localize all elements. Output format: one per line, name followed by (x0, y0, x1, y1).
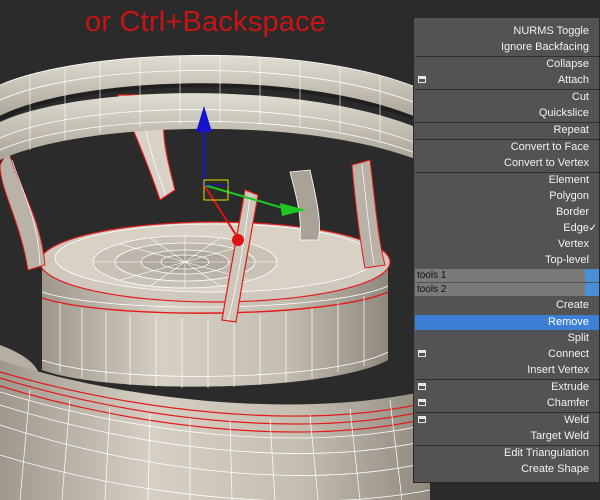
settings-box-icon[interactable] (418, 416, 426, 423)
quadrant-label-tools-1-text: tools 1 (417, 270, 447, 281)
menu-item-collapse[interactable]: Collapse (415, 57, 599, 72)
menu-item-edit-triangulation[interactable]: Edit Triangulation (415, 446, 599, 461)
settings-box-icon[interactable] (418, 350, 426, 357)
menu-item-edge-label: Edge (563, 222, 589, 234)
menu-item-create[interactable]: Create (415, 298, 599, 313)
menu-item-convert-to-face[interactable]: Convert to Face (415, 140, 599, 155)
menu-item-edge[interactable]: Edge ✓ (415, 221, 599, 236)
menu-item-split[interactable]: Split (415, 331, 599, 346)
menu-item-ignore-backfacing[interactable]: Ignore Backfacing (415, 40, 599, 55)
valve-collar (39, 221, 391, 388)
menu-item-connect-label: Connect (548, 348, 589, 360)
settings-box-icon[interactable] (418, 399, 426, 406)
quadrant-label-tools-1[interactable]: tools 1 (415, 269, 599, 282)
menu-item-extrude-label: Extrude (551, 381, 589, 393)
menu-item-create-shape[interactable]: Create Shape (415, 462, 599, 477)
menu-item-attach[interactable]: Attach (415, 73, 599, 88)
quadrant-label-tools-2-text: tools 2 (417, 284, 447, 295)
menu-item-convert-to-vertex[interactable]: Convert to Vertex (415, 156, 599, 171)
quadrant-color-swatch (585, 269, 599, 282)
settings-box-icon[interactable] (418, 76, 426, 83)
settings-box-icon[interactable] (418, 383, 426, 390)
menu-item-chamfer-label: Chamfer (546, 397, 589, 409)
menu-item-top-level[interactable]: Top-level (415, 253, 599, 268)
menu-item-extrude[interactable]: Extrude (415, 380, 599, 395)
menu-item-attach-label: Attach (557, 74, 589, 86)
menu-item-remove[interactable]: Remove (415, 315, 599, 330)
menu-item-weld-label: Weld (564, 414, 589, 426)
menu-item-connect[interactable]: Connect (415, 347, 599, 362)
quadrant-label-tools-2[interactable]: tools 2 (415, 283, 599, 296)
menu-item-insert-vertex[interactable]: Insert Vertex (415, 363, 599, 378)
menu-item-target-weld[interactable]: Target Weld (415, 429, 599, 444)
menu-item-nurms-toggle[interactable]: NURMS Toggle (415, 24, 599, 39)
max-viewport-window: or Ctrl+Backspace NURMS Toggle Ignore Ba… (0, 0, 600, 500)
menu-item-repeat[interactable]: Repeat (415, 123, 599, 138)
menu-item-polygon[interactable]: Polygon (415, 189, 599, 204)
menu-item-border[interactable]: Border (415, 205, 599, 220)
menu-item-vertex[interactable]: Vertex (415, 237, 599, 252)
shortcut-caption: or Ctrl+Backspace (85, 6, 327, 38)
menu-item-chamfer[interactable]: Chamfer (415, 396, 599, 411)
menu-item-weld[interactable]: Weld (415, 413, 599, 428)
menu-item-element[interactable]: Element (415, 173, 599, 188)
quad-menu: NURMS Toggle Ignore Backfacing Collapse … (413, 17, 600, 483)
menu-item-quickslice[interactable]: Quickslice (415, 106, 599, 121)
quadrant-color-swatch (585, 283, 599, 296)
checkmark-icon: ✓ (588, 223, 597, 234)
menu-item-cut[interactable]: Cut (415, 90, 599, 105)
